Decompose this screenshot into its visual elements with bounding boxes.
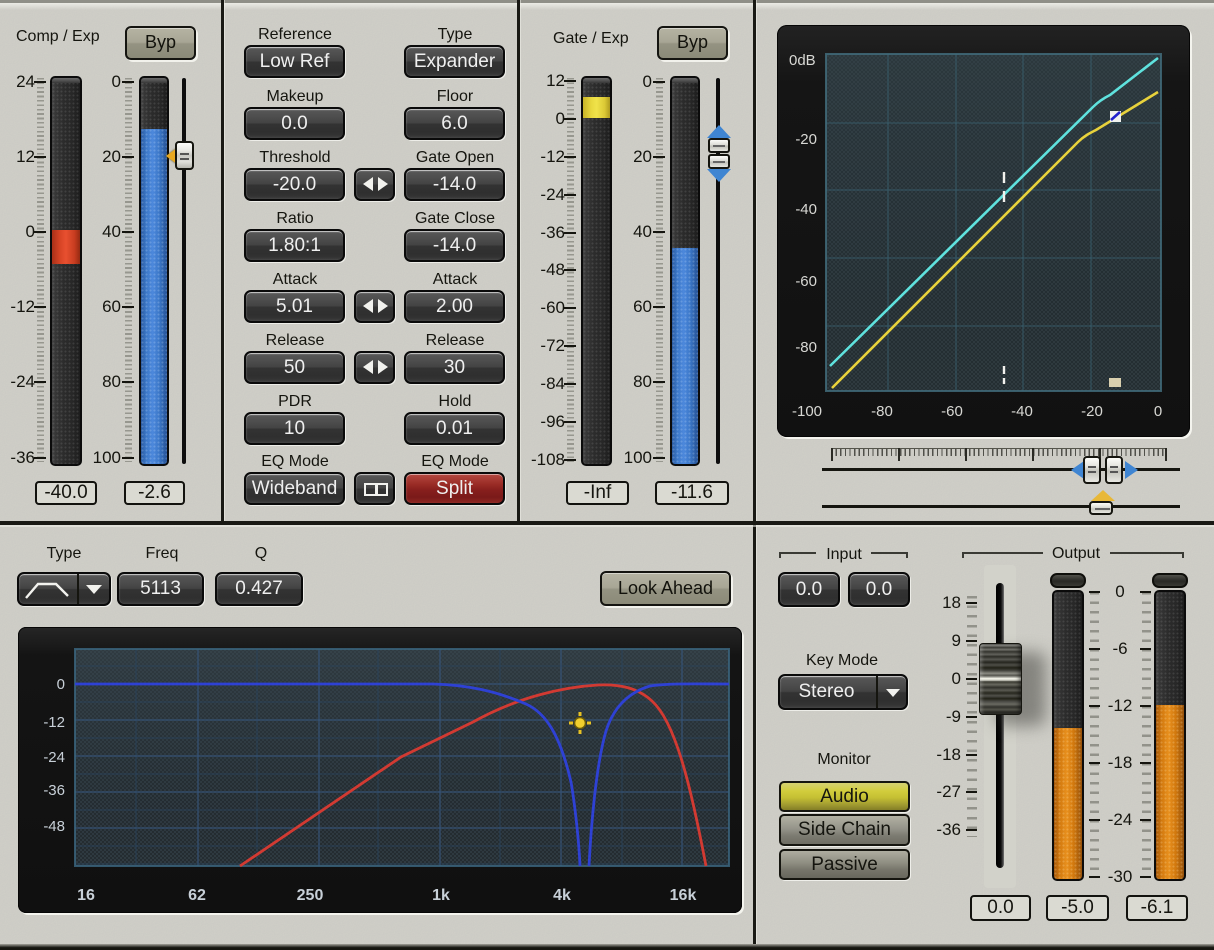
svg-text:0: 0 xyxy=(57,676,65,693)
svg-text:16: 16 xyxy=(77,887,95,904)
svg-text:4k: 4k xyxy=(553,887,571,904)
svg-text:-100: -100 xyxy=(792,403,822,420)
svg-text:0: 0 xyxy=(1154,403,1162,420)
svg-text:62: 62 xyxy=(188,887,206,904)
svg-text:-36: -36 xyxy=(43,782,65,799)
svg-text:1k: 1k xyxy=(432,887,450,904)
svg-text:-40: -40 xyxy=(1011,403,1033,420)
svg-text:-24: -24 xyxy=(43,749,65,766)
svg-text:0dB: 0dB xyxy=(789,52,816,69)
svg-text:-40: -40 xyxy=(795,201,817,218)
svg-text:250: 250 xyxy=(297,887,324,904)
svg-text:-60: -60 xyxy=(941,403,963,420)
svg-text:-20: -20 xyxy=(795,131,817,148)
svg-text:-60: -60 xyxy=(795,273,817,290)
svg-text:-20: -20 xyxy=(1081,403,1103,420)
svg-text:-48: -48 xyxy=(43,818,65,835)
svg-text:-12: -12 xyxy=(43,714,65,731)
svg-text:-80: -80 xyxy=(871,403,893,420)
svg-text:-80: -80 xyxy=(795,339,817,356)
svg-text:16k: 16k xyxy=(670,887,697,904)
